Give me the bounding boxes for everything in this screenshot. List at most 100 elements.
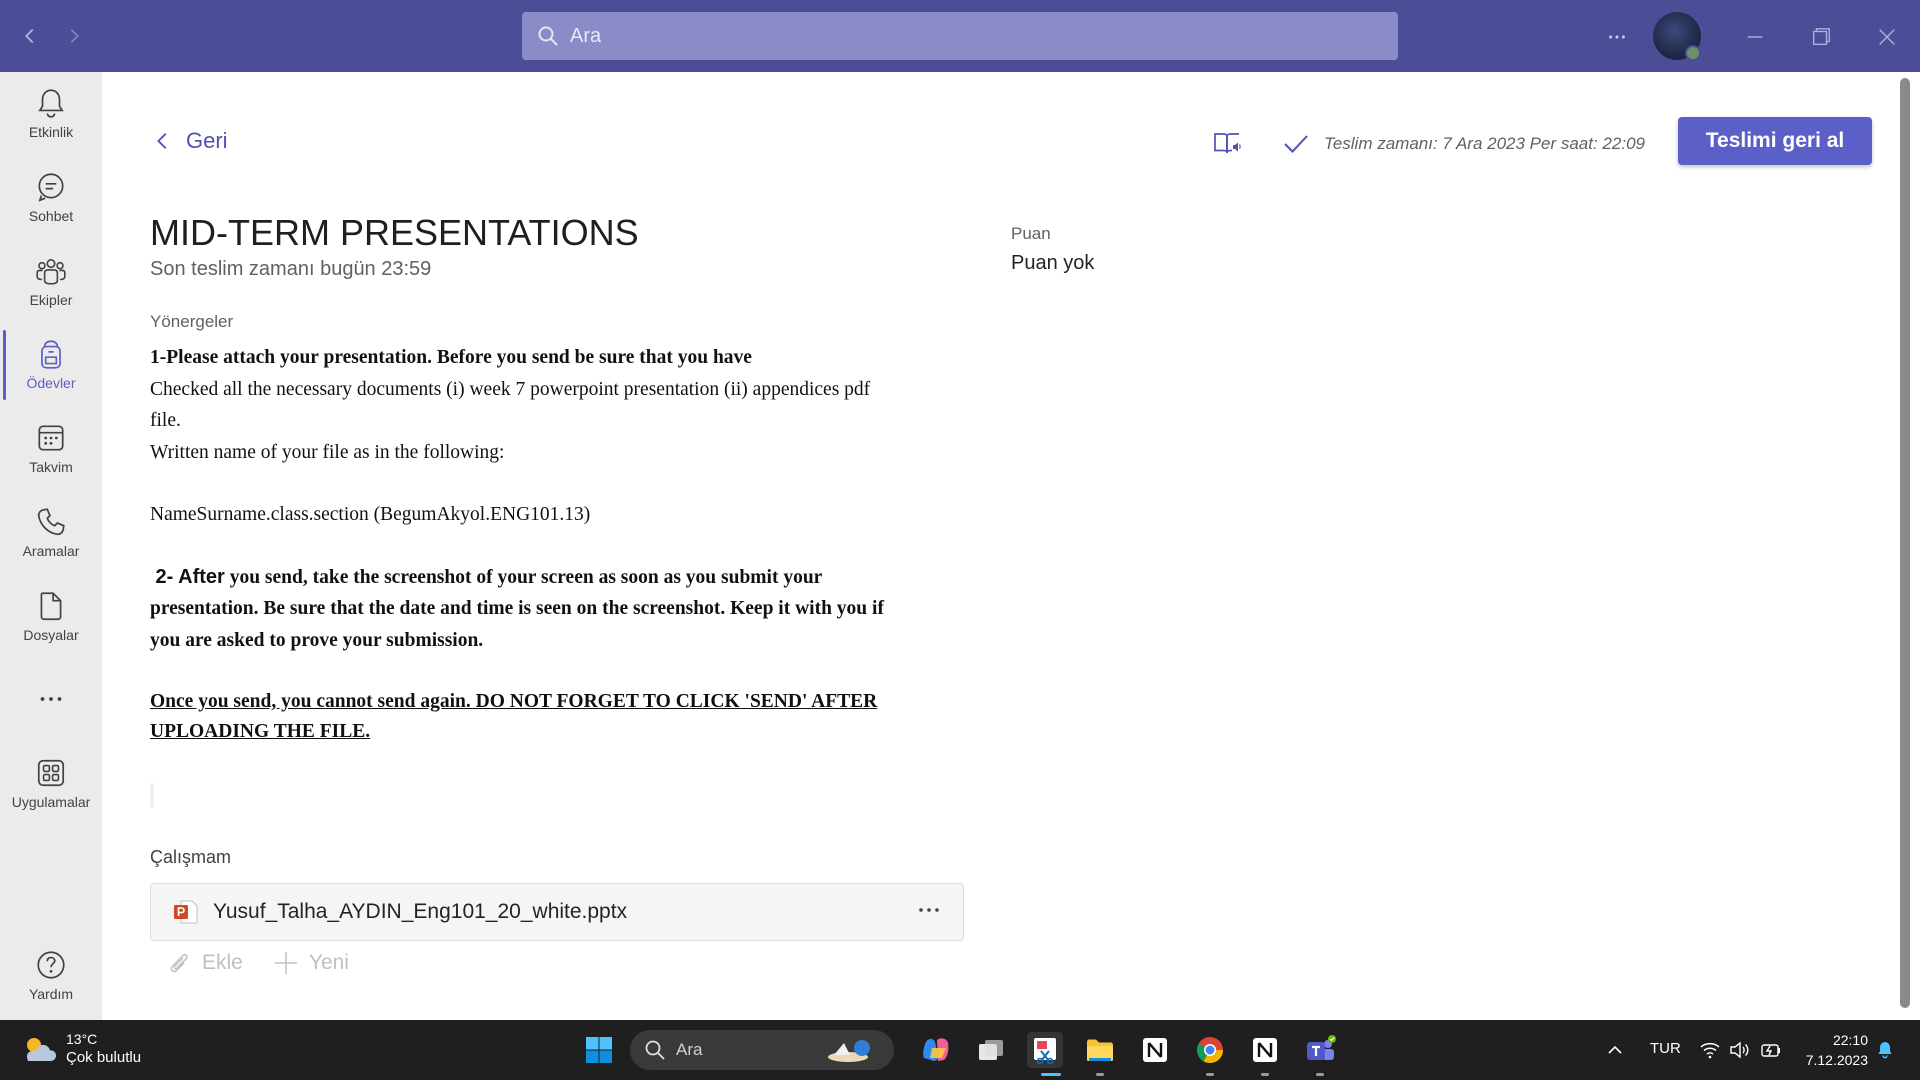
attached-file-card[interactable]: Yusuf_Talha_AYDIN_Eng101_20_white.pptx [150,883,964,941]
rail-label: Aramalar [22,543,80,559]
rail-item-calendar[interactable]: Takvim [0,421,102,501]
instruction-line: presentation. Be sure that the date and … [150,598,884,619]
instruction-line: Written name of your file as in the foll… [150,441,505,463]
taskbar-app-chrome[interactable] [1192,1032,1228,1068]
wifi-icon[interactable] [1699,1039,1721,1061]
more-horizontal-icon[interactable] [915,898,943,922]
taskbar-app-teams[interactable] [1302,1032,1338,1068]
rail-item-files[interactable]: Dosyalar [0,589,102,669]
instructions-body: 1-Please attach your presentation. Befor… [150,342,970,747]
undo-turn-in-button[interactable]: Teslimi geri al [1678,117,1872,165]
taskbar-search[interactable]: Ara [630,1030,894,1070]
rail-item-apps[interactable]: Uygulamalar [0,756,102,836]
notification-bell-icon[interactable] [1874,1039,1896,1061]
restore-button[interactable] [1806,22,1836,52]
points-label: Puan [1011,224,1051,243]
title-bar: Ara [0,0,1920,72]
task-view-icon [979,1040,1003,1060]
instruction-line: 2- After you send, take the screenshot o… [150,562,970,594]
assignment-details: Geri Teslim zamanı: 7 Ara 2023 Per saat:… [102,72,1894,1020]
close-button[interactable] [1872,22,1902,52]
taskbar-search-placeholder: Ara [676,1040,703,1059]
chat-icon [38,173,64,202]
checkmark-icon [1284,135,1308,153]
submitted-status: Teslim zamanı: 7 Ara 2023 Per saat: 22:0… [1282,130,1645,158]
rail-item-chat[interactable]: Sohbet [0,170,102,250]
immersive-reader-icon[interactable] [1212,128,1242,158]
forward-nav-button[interactable] [60,22,88,50]
scrollbar[interactable] [1900,78,1910,1008]
search-input[interactable]: Ara [522,12,1398,60]
taskbar-app-notion-2[interactable] [1247,1032,1283,1068]
due-date: Son teslim zamanı bugün 23:59 [150,258,432,280]
instruction-line: NameSurname.class.section (BegumAkyol.EN… [150,504,591,525]
text-cursor [150,783,154,807]
folder-icon [1087,1039,1113,1061]
presence-status-icon [1685,45,1701,61]
volume-icon[interactable] [1728,1039,1750,1061]
teams-app-icon [1307,1035,1336,1060]
more-horizontal-icon [40,697,62,701]
rail-label: Takvim [29,459,73,475]
battery-charging-icon[interactable] [1760,1039,1782,1061]
clock-time: 22:10 [1832,1032,1868,1048]
back-label: Geri [186,128,228,153]
instruction-line: you are asked to prove your submission. [150,629,484,651]
search-icon [645,1040,665,1060]
taskbar-app-copilot[interactable] [918,1032,954,1068]
help-icon [37,951,65,979]
search-placeholder: Ara [570,24,602,47]
clock-date: 7.12.2023 [1805,1052,1868,1068]
rail-item-activity[interactable]: Etkinlik [0,86,102,166]
file-name[interactable]: Yusuf_Talha_AYDIN_Eng101_20_white.pptx [213,900,627,924]
apps-icon [37,759,65,787]
more-options-button[interactable] [1602,22,1632,52]
start-button[interactable] [581,1032,617,1068]
chevron-up-icon[interactable] [1604,1039,1626,1061]
taskbar-app-snipping-tool[interactable] [1027,1032,1063,1068]
cloud-sun-icon [27,1038,56,1061]
back-button[interactable]: Geri [152,128,228,154]
instructions-label: Yönergeler [150,312,234,331]
snipping-tool-icon [1034,1038,1056,1065]
rail-label: Yardım [28,986,74,1002]
taskbar-app-task-view[interactable] [973,1032,1009,1068]
rail-label: Uygulamalar [11,794,91,810]
minimize-icon [1747,36,1763,38]
points-value: Puan yok [1011,252,1095,274]
submitted-text: Teslim zamanı: 7 Ara 2023 Per saat: 22:0… [1324,134,1645,153]
chevron-left-icon [157,133,167,149]
weather-widget[interactable]: 13°C Çok bulutlu [20,1030,141,1068]
system-clock[interactable]: 22:10 7.12.2023 [1796,1030,1868,1070]
windows-logo-icon [586,1037,612,1063]
attach-label: Ekle [202,951,243,974]
rail-more-button[interactable] [0,682,102,722]
rail-item-calls[interactable]: Aramalar [0,505,102,585]
instruction-line: 1-Please attach your presentation. Befor… [150,347,752,368]
rail-label: Etkinlik [28,124,74,140]
search-highlight-icon [828,1040,870,1062]
rail-item-assignments[interactable]: Ödevler [0,337,102,417]
paperclip-icon [170,953,188,973]
more-horizontal-icon [1609,35,1625,39]
minimize-button[interactable] [1740,22,1770,52]
rail-item-help[interactable]: Yardım [0,948,102,1028]
powerpoint-icon [174,900,198,924]
running-indicator [1261,1073,1269,1076]
notion-icon [1253,1038,1277,1062]
weather-temperature: 13°C [66,1031,98,1047]
rail-item-teams[interactable]: Ekipler [0,254,102,334]
back-nav-button[interactable] [16,22,44,50]
new-file-button[interactable]: Yeni [273,950,349,976]
weather-condition: Çok bulutlu [66,1049,142,1066]
chevron-left-icon [25,28,34,44]
backpack-icon [41,340,61,369]
input-language[interactable]: TUR [1650,1040,1681,1057]
attach-button[interactable]: Ekle [166,950,243,976]
taskbar-app-file-explorer[interactable] [1082,1032,1118,1068]
step2-rest: you send, take the screenshot of your sc… [224,566,823,588]
calendar-icon [38,425,64,451]
attach-actions: Ekle Yeni [166,950,379,976]
taskbar-app-notion[interactable] [1137,1032,1173,1068]
rail-label: Dosyalar [23,627,79,643]
